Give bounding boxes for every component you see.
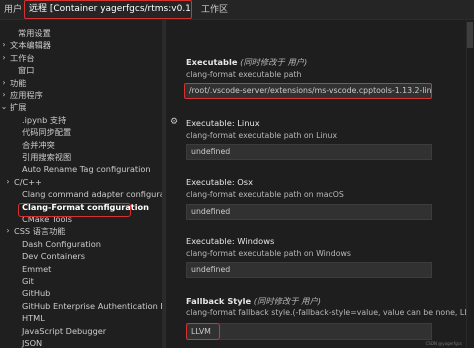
sidebar-item[interactable]: Git: [0, 275, 165, 287]
modified-hint: (同时修改于 用户): [240, 57, 308, 67]
setting-executable-osx-description: clang-format executable path on macOS: [186, 190, 344, 199]
sidebar-item[interactable]: HTML: [0, 312, 165, 324]
sidebar-item[interactable]: Clang command adapter configuration: [0, 188, 166, 200]
sidebar-item[interactable]: ⌄ 扩展: [0, 101, 165, 113]
chevron-right-icon[interactable]: ›: [4, 176, 12, 188]
setting-executable-osx-title: Executable: Osx: [186, 177, 254, 187]
sidebar-item[interactable]: 代码同步配置: [0, 126, 165, 138]
sidebar-item[interactable]: › 应用程序: [0, 89, 165, 101]
chevron-right-icon[interactable]: ›: [4, 225, 12, 237]
sidebar-item[interactable]: Auto Rename Tag configuration: [0, 163, 165, 175]
sidebar-item-label: C/C++: [14, 176, 42, 187]
sidebar-item[interactable]: JavaScript Debugger: [0, 325, 165, 337]
sidebar-item-label: Clang command adapter configuration: [22, 189, 166, 200]
setting-executable-linux-description: clang-format executable path on Linux: [186, 131, 338, 140]
sidebar-item-label: CSS 语言功能: [14, 226, 66, 237]
chevron-right-icon[interactable]: ›: [0, 39, 8, 51]
sidebar-item[interactable]: › 功能: [0, 77, 165, 89]
sidebar-item-label: 功能: [10, 77, 27, 88]
sidebar-item-label: JavaScript Debugger: [22, 325, 107, 336]
sidebar-item-label: 引用搜索视图: [22, 152, 72, 162]
sidebar-item-label: 文本编辑器: [10, 40, 51, 51]
sidebar-item[interactable]: 常用设置: [0, 27, 165, 39]
sidebar-item-label: JSON: [22, 338, 43, 348]
sidebar-item-label: 应用程序: [10, 90, 43, 100]
chevron-down-icon[interactable]: ⌄: [0, 101, 8, 113]
sidebar-item-label: 窗口: [18, 65, 35, 76]
tab-workspace[interactable]: 工作区: [201, 0, 228, 20]
sidebar-item[interactable]: JSON: [0, 337, 165, 348]
sidebar-item-label: Dash Configuration: [22, 238, 101, 249]
sidebar-item[interactable]: Dash Configuration: [0, 238, 165, 250]
sidebar-item-label: GitHub: [22, 288, 51, 299]
sidebar-item[interactable]: Dev Containers: [0, 250, 165, 262]
sidebar-item-label: Emmet: [22, 263, 52, 274]
sidebar-item[interactable]: GitHub: [0, 287, 165, 299]
sidebar-item-label: Git: [22, 276, 34, 286]
tab-remote[interactable]: 远程 [Container yagerfgcs/rtms:v0.1 (rtms_…: [24, 0, 192, 19]
sidebar-item[interactable]: 窗口: [0, 64, 165, 76]
sidebar-item[interactable]: › 文本编辑器: [0, 39, 165, 51]
chevron-right-icon[interactable]: ›: [0, 77, 8, 89]
setting-executable-description: clang-format executable path: [186, 70, 302, 79]
setting-executable-title: Executable (同时修改于 用户): [186, 56, 307, 68]
sidebar-item-label: 合并冲突: [22, 139, 55, 150]
settings-scope-tabs: 用户 远程 [Container yagerfgcs/rtms:v0.1 (rt…: [0, 0, 474, 20]
scrollbar-thumb[interactable]: [467, 22, 473, 48]
sidebar-item[interactable]: Emmet: [0, 263, 165, 275]
sidebar-item[interactable]: 引用搜索视图: [0, 151, 165, 163]
settings-editor: Executable (同时修改于 用户) clang-format execu…: [166, 20, 474, 348]
selected-item-highlight: [18, 203, 131, 217]
watermark: CSDN @yagerfgcs: [425, 341, 462, 346]
sidebar-item[interactable]: 合并冲突: [0, 139, 165, 151]
chevron-right-icon[interactable]: ›: [0, 89, 8, 101]
setting-executable-windows-title: Executable: Windows: [186, 236, 275, 246]
sidebar-item-label: Auto Rename Tag configuration: [22, 164, 151, 175]
sidebar-item[interactable]: › CSS 语言功能: [0, 225, 165, 237]
sidebar-item-label: 工作台: [10, 52, 35, 63]
chevron-right-icon[interactable]: ›: [0, 52, 8, 64]
setting-executable-linux-title: Executable: Linux: [186, 118, 260, 128]
sidebar-item-label: 常用设置: [18, 28, 51, 38]
settings-scrollbar[interactable]: [466, 20, 474, 348]
sidebar-item-label: 扩展: [10, 102, 27, 113]
sidebar-item-label: Dev Containers: [22, 251, 86, 262]
sidebar-item[interactable]: .ipynb 支持: [0, 114, 165, 126]
sidebar-item[interactable]: › C/C++: [0, 176, 165, 188]
setting-fallback-style-description: clang-format fallback style.(-fallback-s…: [186, 308, 474, 317]
fallback-style-highlight: [186, 323, 220, 340]
sidebar-item-label: .ipynb 支持: [22, 114, 67, 125]
sidebar-item-label: HTML: [22, 313, 45, 324]
setting-fallback-style-title: Fallback Style (同时修改于 用户): [186, 295, 321, 307]
executable-windows-input[interactable]: undefined: [186, 262, 432, 278]
executable-osx-input[interactable]: undefined: [186, 204, 432, 220]
setting-title-text: Fallback Style: [186, 296, 252, 306]
gear-icon[interactable]: ⚙: [170, 117, 178, 127]
setting-title-text: Executable: [186, 57, 238, 67]
sidebar-item-label: 代码同步配置: [22, 127, 72, 138]
modified-hint: (同时修改于 用户): [253, 296, 321, 306]
executable-linux-input[interactable]: undefined: [186, 144, 432, 160]
fallback-style-input[interactable]: LLVM: [186, 323, 432, 340]
executable-path-input[interactable]: /root/.vscode-server/extensions/ms-vscod…: [184, 83, 432, 99]
sidebar-item[interactable]: GitHub Enterprise Authentication Provi..…: [0, 300, 165, 312]
tab-user[interactable]: 用户: [4, 0, 22, 20]
sidebar-item-label: GitHub Enterprise Authentication Provi..…: [22, 300, 165, 311]
setting-executable-windows-description: clang-format executable path on Windows: [186, 249, 351, 258]
sidebar-item[interactable]: › 工作台: [0, 52, 165, 64]
settings-toc-sidebar: 常用设置 › 文本编辑器 › 工作台 窗口 › 功能 › 应用程序 ⌄ 扩展 .ipynb 支持 代码同步…: [0, 20, 166, 348]
